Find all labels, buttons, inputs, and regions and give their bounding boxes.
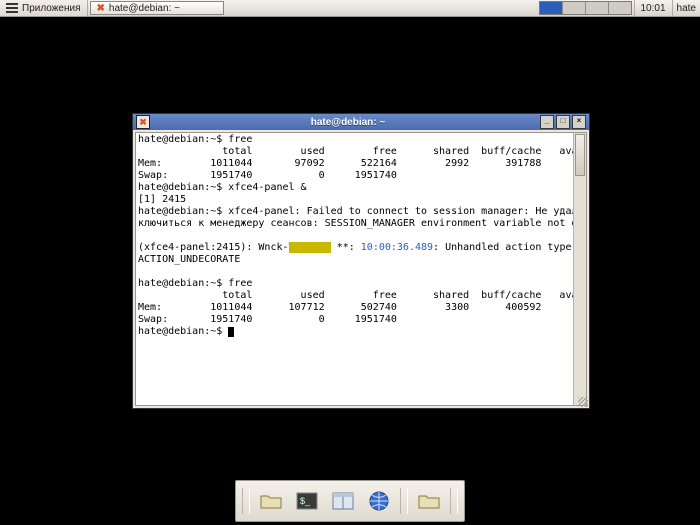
panel-spacer [224,0,537,16]
taskbar-button-label: hate@debian: ~ [109,3,180,14]
resize-grip[interactable] [578,397,588,407]
file-manager-icon [332,492,354,510]
workspace-1[interactable] [540,2,563,14]
window-menu-icon[interactable]: ✖ [136,115,150,129]
workspace-2[interactable] [563,2,586,14]
folder-icon [260,492,282,510]
globe-icon [368,490,390,512]
dock-launcher-web-browser[interactable] [364,486,394,516]
bottom-dock: $_ [235,480,465,522]
dock-launcher-folder[interactable] [256,486,286,516]
dock-separator [400,488,408,514]
top-panel: Приложения ✖ hate@debian: ~ 10:01 hate [0,0,700,17]
applications-menu-button[interactable]: Приложения [0,0,88,16]
terminal-viewport[interactable]: hate@debian:~$ free total used free shar… [135,132,587,406]
dock-launcher-folder-2[interactable] [414,486,444,516]
close-button[interactable]: × [572,115,586,129]
scrollbar-vertical[interactable] [573,133,586,405]
clock-label: 10:01 [641,3,666,14]
workspace-4[interactable] [609,2,631,14]
clock[interactable]: 10:01 [634,0,672,16]
maximize-button[interactable]: □ [556,115,570,129]
workspace-3[interactable] [586,2,609,14]
terminal-icon: $_ [296,492,318,510]
dock-launcher-file-manager[interactable] [328,486,358,516]
dock-handle-left[interactable] [242,488,250,514]
folder-icon [418,492,440,510]
terminal-window: ✖ hate@debian: ~ _ □ × hate@debian:~$ fr… [132,113,590,409]
terminal-cursor [228,327,234,337]
window-titlebar[interactable]: ✖ hate@debian: ~ _ □ × [133,114,589,130]
dock-handle-right[interactable] [450,488,458,514]
applications-menu-label: Приложения [22,3,81,14]
workspace-pager[interactable] [539,1,632,15]
taskbar-button-terminal[interactable]: ✖ hate@debian: ~ [90,1,224,15]
terminal-icon: ✖ [97,3,105,14]
scrollbar-thumb[interactable] [575,134,585,176]
menu-icon [6,3,18,13]
svg-text:$_: $_ [300,496,311,506]
minimize-button[interactable]: _ [540,115,554,129]
window-title: hate@debian: ~ [156,117,540,128]
dock-launcher-terminal[interactable]: $_ [292,486,322,516]
tray-user-label[interactable]: hate [672,0,700,16]
